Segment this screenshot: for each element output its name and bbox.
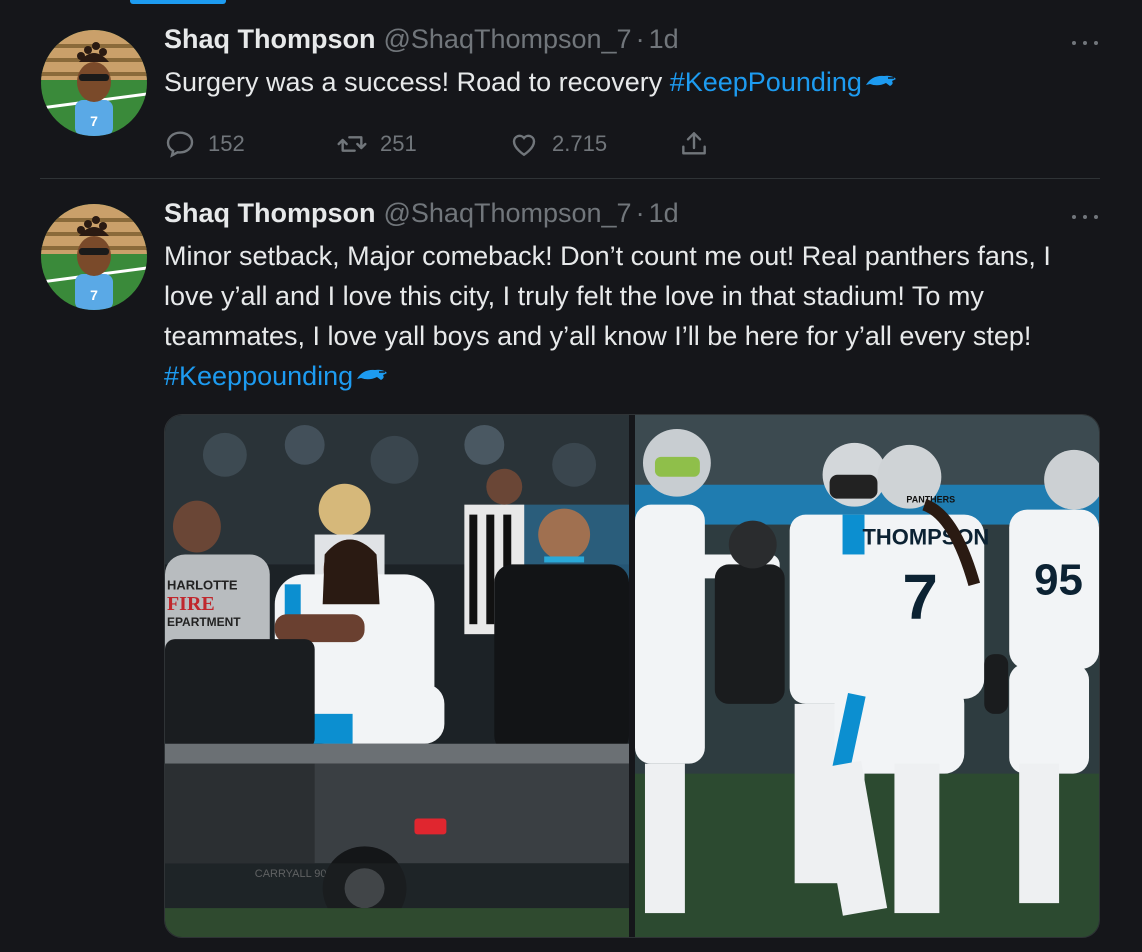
tweet-text-body: Surgery was a success! Road to recovery bbox=[164, 67, 670, 97]
teammates-photo-image: PANTHERS THOMPSON 7 95 bbox=[635, 415, 1099, 937]
more-icon[interactable] bbox=[1072, 32, 1098, 54]
more-icon[interactable] bbox=[1072, 206, 1098, 228]
reply-icon bbox=[166, 131, 194, 158]
like-count: 2.715 bbox=[552, 131, 608, 156]
hashtag-link[interactable]: #Keeppounding bbox=[164, 361, 353, 391]
reply-count: 152 bbox=[208, 131, 245, 156]
action-bar: 152 251 2.715 bbox=[164, 126, 1100, 162]
timestamp[interactable]: 1d bbox=[649, 24, 679, 55]
sign-line-2: FIRE bbox=[167, 593, 215, 615]
reply-button[interactable]: 152 bbox=[164, 128, 336, 160]
retweet-icon bbox=[337, 136, 367, 152]
author-handle[interactable]: @ShaqThompson_7 bbox=[384, 198, 632, 229]
avatar-image: 7 bbox=[41, 30, 147, 136]
author-name[interactable]: Shaq Thompson bbox=[164, 24, 376, 55]
tweet-text-body: Minor setback, Major comeback! Don’t cou… bbox=[164, 241, 1051, 351]
tweet-header: Shaq Thompson @ShaqThompson_7 · 1d bbox=[164, 198, 1100, 234]
svg-text:7: 7 bbox=[90, 113, 98, 129]
avatar-image: 7 bbox=[41, 204, 147, 310]
share-button[interactable] bbox=[678, 128, 722, 160]
tweet[interactable]: 7 Shaq Thompson @ShaqThompson_7 · 1d Sur… bbox=[40, 24, 1100, 179]
active-tab-indicator bbox=[130, 0, 226, 4]
svg-text:7: 7 bbox=[90, 287, 98, 303]
share-icon bbox=[682, 132, 706, 155]
tweet-media[interactable]: HARLOTTE FIRE EPARTMENT CARRYALL 900 PAN… bbox=[164, 414, 1100, 938]
retweet-button[interactable]: 251 bbox=[336, 128, 508, 160]
sign-line-1: HARLOTTE bbox=[167, 577, 238, 592]
tweet-text: Surgery was a success! Road to recovery … bbox=[164, 62, 1076, 102]
separator-dot: · bbox=[635, 24, 645, 54]
cart-photo-image: HARLOTTE FIRE EPARTMENT CARRYALL 900 bbox=[165, 415, 629, 937]
avatar[interactable]: 7 bbox=[41, 30, 147, 136]
sign-line-3: EPARTMENT bbox=[167, 615, 241, 629]
jersey-name: THOMPSON bbox=[863, 525, 990, 550]
author-handle[interactable]: @ShaqThompson_7 bbox=[384, 24, 632, 55]
tweet-header: Shaq Thompson @ShaqThompson_7 · 1d bbox=[164, 24, 1100, 60]
retweet-count: 251 bbox=[380, 131, 417, 156]
panther-emoji-icon bbox=[865, 75, 896, 86]
author-name[interactable]: Shaq Thompson bbox=[164, 198, 376, 229]
photo-teammates[interactable]: PANTHERS THOMPSON 7 95 bbox=[635, 415, 1099, 937]
separator-dot: · bbox=[635, 198, 645, 228]
heart-icon bbox=[512, 134, 536, 157]
like-button[interactable]: 2.715 bbox=[508, 128, 678, 160]
avatar[interactable]: 7 bbox=[41, 204, 147, 310]
panther-emoji-icon bbox=[357, 369, 388, 380]
tweet-text: Minor setback, Major comeback! Don’t cou… bbox=[164, 236, 1076, 396]
photo-cart[interactable]: HARLOTTE FIRE EPARTMENT CARRYALL 900 bbox=[165, 415, 629, 937]
hashtag-link[interactable]: #KeepPounding bbox=[670, 67, 862, 97]
jersey-number: 7 bbox=[902, 561, 938, 633]
timestamp[interactable]: 1d bbox=[649, 198, 679, 229]
tweet[interactable]: 7 Shaq Thompson @ShaqThompson_7 · 1d Min… bbox=[40, 198, 1100, 952]
jersey-number-95: 95 bbox=[1034, 555, 1083, 604]
